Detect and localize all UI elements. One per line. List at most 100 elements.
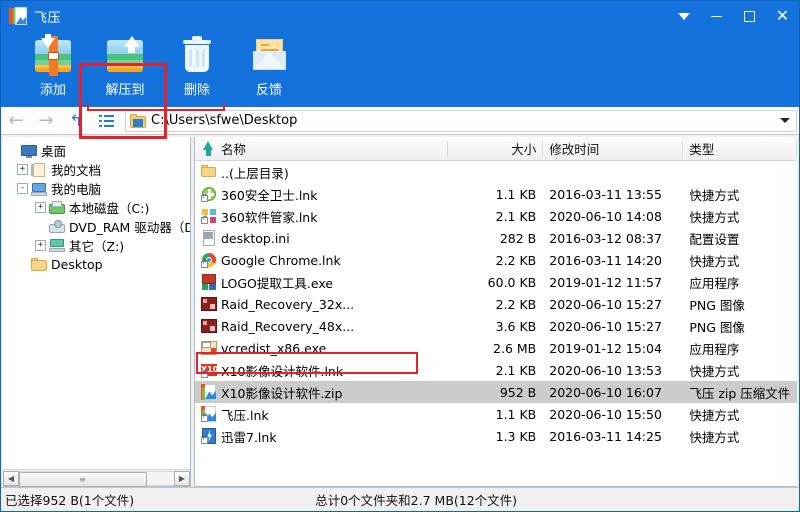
cell-type: 快捷方式 xyxy=(689,429,740,445)
cell-name: 飞压.lnk xyxy=(195,403,448,425)
address-bar[interactable]: C:\Users\sfwe\Desktop xyxy=(125,109,797,132)
cell-time: 2016-03-11 13:55 xyxy=(549,186,662,202)
chrome-icon xyxy=(201,252,217,268)
expander-toggle[interactable]: - xyxy=(17,183,28,194)
file-name-text: Raid_Recovery_48x... xyxy=(221,318,355,334)
table-row[interactable]: 360安全卫士.lnk 1.1 KB 2016-03-11 13:55 快捷方式 xyxy=(195,183,797,205)
window-title: 飞压 xyxy=(34,10,62,26)
menu-chevron-button[interactable] xyxy=(667,1,700,31)
cell-time xyxy=(543,161,683,183)
cell-name: Raid_Recovery_48x... xyxy=(195,315,448,337)
folder-tree[interactable]: 桌面 + 我的文档 - 我的电脑 + 本地磁盘（C:) DVD_RAM 驱动器（… xyxy=(3,137,190,469)
close-button[interactable]: ✕ xyxy=(766,1,799,31)
table-row[interactable]: X10影像设计软件.zip 952 B 2020-06-10 16:07 飞压 … xyxy=(195,381,797,403)
tree-node-desktop-folder[interactable]: Desktop xyxy=(7,255,190,274)
cell-name: Raid_Recovery_32x... xyxy=(195,293,448,315)
address-input[interactable]: C:\Users\sfwe\Desktop xyxy=(151,113,297,128)
tree-node-my-documents[interactable]: + 我的文档 xyxy=(7,160,190,179)
tree-node-desktop[interactable]: 桌面 xyxy=(7,141,190,160)
column-header-type[interactable]: 类型 xyxy=(683,137,797,161)
tree-node-dvd-ram[interactable]: DVD_RAM 驱动器（D xyxy=(7,217,190,236)
up-level-button[interactable]: ↰ xyxy=(61,108,91,134)
folder-computer-icon xyxy=(130,113,146,128)
cell-size: 282 B xyxy=(499,230,537,246)
navigation-bar: ← → ↰ C:\Users\sfwe\Desktop xyxy=(1,103,799,135)
feiya-window: 飞压 ✕ 添加 解压到 删除 反馈 ← → ↰ C:\Users\sfwe\De… xyxy=(0,0,800,512)
archive-add-icon xyxy=(32,34,74,76)
scroll-thumb[interactable]: ≡ xyxy=(19,471,147,487)
table-row[interactable]: 迅雷7.lnk 1.3 KB 2016-03-11 14:25 快捷方式 xyxy=(195,425,797,447)
file-name-text: 飞压.lnk xyxy=(221,407,269,423)
view-mode-button[interactable] xyxy=(91,108,121,134)
png-image-icon xyxy=(201,318,217,334)
feedback-button[interactable]: 反馈 xyxy=(233,31,305,103)
thunder-icon xyxy=(201,428,217,444)
cell-size: 60.0 KB xyxy=(487,274,537,290)
table-row[interactable]: X10 X10影像设计软件.lnk 2.1 KB 2020-06-10 13:5… xyxy=(195,359,797,381)
table-row[interactable]: 飞压.lnk 1.1 KB 2020-06-10 15:50 快捷方式 xyxy=(195,403,797,425)
title-bar: 飞压 ✕ xyxy=(1,1,799,31)
tree-node-local-disk-c[interactable]: + 本地磁盘（C:) xyxy=(7,198,190,217)
cell-time: 2020-06-10 15:27 xyxy=(549,318,662,334)
tree-node-label: 本地磁盘（C:) xyxy=(69,201,150,216)
cell-time: 2020-06-10 13:53 xyxy=(549,362,662,378)
tree-node-my-computer[interactable]: - 我的电脑 xyxy=(7,179,190,198)
status-total-text: 总计0个文件夹和2.7 MB(12个文件) xyxy=(315,493,518,508)
cell-name: vcredist_x86.exe xyxy=(195,337,448,359)
extract-to-button[interactable]: 解压到 xyxy=(89,31,161,103)
minimize-button[interactable] xyxy=(700,1,733,31)
table-row[interactable]: Google Chrome.lnk 2.2 KB 2016-03-11 14:2… xyxy=(195,249,797,271)
scroll-right-button[interactable]: ▶ xyxy=(174,470,190,486)
content-area: 桌面 + 我的文档 - 我的电脑 + 本地磁盘（C:) DVD_RAM 驱动器（… xyxy=(1,135,799,487)
computer-icon xyxy=(31,182,47,196)
add-button[interactable]: 添加 xyxy=(17,31,89,103)
back-button[interactable]: ← xyxy=(1,108,31,134)
maximize-button[interactable] xyxy=(733,1,766,31)
column-header-label: 类型 xyxy=(689,142,715,157)
file-name-text: 360安全卫士.lnk xyxy=(221,187,318,203)
trash-icon xyxy=(176,34,218,76)
expander-toggle[interactable]: + xyxy=(17,164,28,175)
tree-horizontal-scrollbar[interactable]: ◀ ≡ ▶ xyxy=(3,469,190,487)
cell-type: 应用程序 xyxy=(689,341,740,357)
tree-node-label: 我的文档 xyxy=(51,163,102,178)
cell-time: 2019-01-12 15:04 xyxy=(549,340,662,356)
column-header-size[interactable]: 大小 xyxy=(448,137,544,161)
folder-tree-panel: 桌面 + 我的文档 - 我的电脑 + 本地磁盘（C:) DVD_RAM 驱动器（… xyxy=(3,137,191,487)
table-row[interactable]: LOGO提取工具.exe 60.0 KB 2019-01-12 11:57 应用… xyxy=(195,271,797,293)
scroll-left-button[interactable]: ◀ xyxy=(3,470,19,486)
cell-type: 应用程序 xyxy=(689,275,740,291)
table-row[interactable]: desktop.ini 282 B 2016-03-12 08:37 配置设置 xyxy=(195,227,797,249)
forward-button[interactable]: → xyxy=(31,108,61,134)
column-header-time[interactable]: 修改时间 xyxy=(543,137,684,161)
table-row[interactable]: Raid_Recovery_32x... 2.2 KB 2020-06-10 1… xyxy=(195,293,797,315)
column-header-name[interactable]: 名称 xyxy=(195,137,449,161)
file-list-rows[interactable]: ..(上层目录) 360安全卫士.lnk 1.1 KB 2016-03-11 1… xyxy=(195,161,797,486)
table-row[interactable]: 360软件管家.lnk 2.1 KB 2020-06-10 14:08 快捷方式 xyxy=(195,205,797,227)
table-row[interactable]: ..(上层目录) xyxy=(195,161,797,183)
cell-type xyxy=(683,161,797,183)
table-row[interactable]: Raid_Recovery_48x... 3.6 KB 2020-06-10 1… xyxy=(195,315,797,337)
cell-size: 3.6 KB xyxy=(495,318,537,334)
cell-type: 配置设置 xyxy=(689,231,740,247)
cell-name: Google Chrome.lnk xyxy=(195,249,448,271)
cell-name: desktop.ini xyxy=(195,227,448,249)
file-name-text: Raid_Recovery_32x... xyxy=(221,296,355,312)
tree-node-label: 其它（Z:) xyxy=(69,239,125,254)
folder-icon xyxy=(31,257,47,272)
harddisk-icon xyxy=(49,200,65,215)
360-safe-icon xyxy=(201,186,217,202)
minimize-icon xyxy=(711,15,722,17)
tree-node-other-z[interactable]: + 其它（Z:) xyxy=(7,236,190,255)
file-name-text: desktop.ini xyxy=(221,230,290,246)
table-row[interactable]: vcredist_x86.exe 2.6 MB 2019-01-12 15:04… xyxy=(195,337,797,359)
chevron-down-icon xyxy=(677,12,690,20)
cell-name: X10 X10影像设计软件.lnk xyxy=(195,359,448,381)
chevron-down-icon[interactable] xyxy=(780,117,790,123)
expander-toggle[interactable]: + xyxy=(35,240,46,251)
scroll-track[interactable]: ≡ xyxy=(19,470,174,487)
expander-toggle[interactable]: + xyxy=(35,202,46,213)
delete-button[interactable]: 删除 xyxy=(161,31,233,103)
cell-type: 快捷方式 xyxy=(689,253,740,269)
network-icon xyxy=(49,238,65,253)
